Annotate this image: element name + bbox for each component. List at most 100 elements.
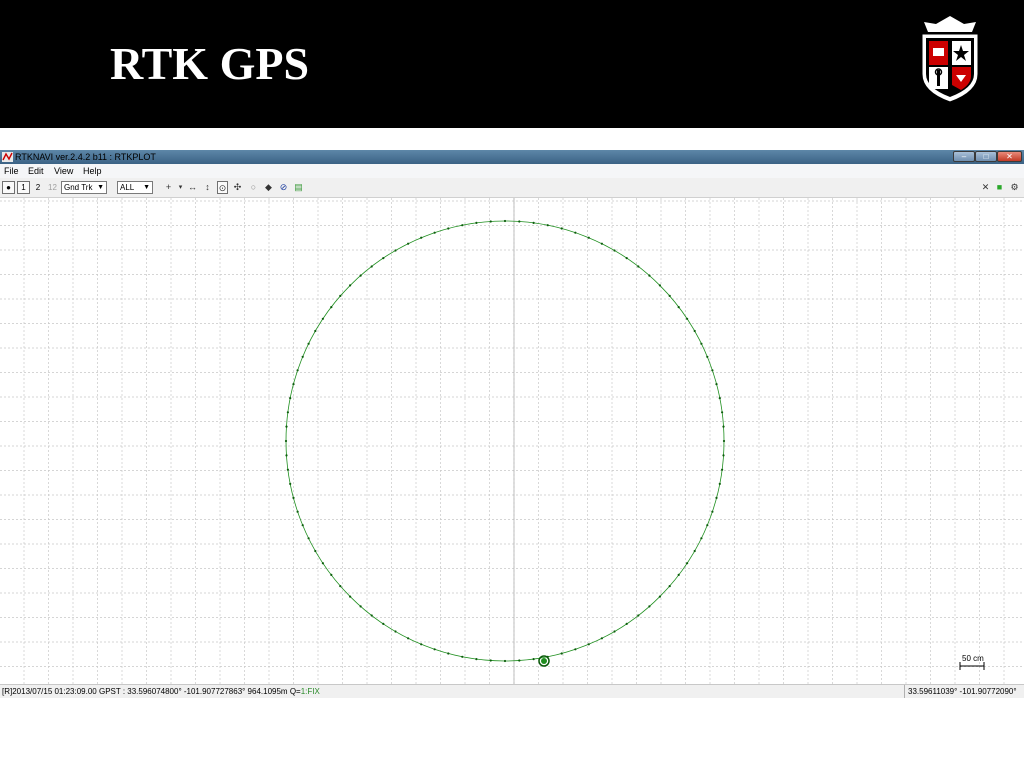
fit-horizontal-icon[interactable]: ↔ [187, 181, 198, 194]
track-point [370, 265, 373, 268]
fit-vertical-icon[interactable]: ↕ [202, 181, 213, 194]
menu-help[interactable]: Help [83, 165, 102, 177]
track-point [711, 369, 714, 372]
point-icon[interactable]: ◆ [263, 181, 274, 194]
track-point [658, 595, 662, 598]
circle-icon[interactable]: ○ [248, 181, 259, 194]
track-point [700, 342, 703, 345]
track-point [722, 425, 725, 428]
menu-file[interactable]: File [4, 165, 19, 177]
crosshair-icon[interactable]: + [163, 181, 174, 194]
solution-1-button[interactable]: 1 [17, 181, 30, 194]
track-point [489, 220, 492, 223]
satellite-icon[interactable]: ⊘ [278, 181, 289, 194]
track-point [292, 383, 295, 386]
track-point [296, 510, 299, 513]
track-point [420, 236, 423, 239]
track-point [503, 659, 507, 663]
satellite-select-value: ALL [120, 183, 135, 192]
track-point [433, 648, 436, 651]
satellite-select[interactable]: ALL ▼ [117, 181, 153, 194]
close-icon[interactable]: ✕ [980, 181, 991, 194]
track-point [301, 524, 304, 527]
track-point [286, 411, 289, 414]
track-point [382, 622, 385, 625]
track-point [637, 614, 640, 617]
track-point [677, 573, 680, 576]
track-point [686, 562, 689, 565]
track-point [314, 329, 317, 333]
track-point [700, 537, 703, 540]
track-point [349, 595, 352, 598]
track-point [718, 397, 721, 400]
track-point [648, 605, 651, 608]
solution-2-button[interactable]: 2 [32, 181, 44, 194]
scale-bar-label: 50 cm [962, 654, 984, 663]
track-point [307, 537, 310, 540]
track-line [285, 220, 725, 662]
ground-track-plot[interactable]: 50 cm [0, 198, 1024, 684]
track-point [518, 220, 521, 223]
track-point [574, 231, 577, 234]
close-window-button[interactable]: ✕ [997, 151, 1022, 162]
show-points-button[interactable]: ● [2, 181, 15, 194]
rtkplot-window: RTKNAVI ver.2.4.2 b11 : RTKPLOT – □ ✕ Fi… [0, 150, 1024, 698]
track-point [359, 274, 362, 277]
pan-icon[interactable]: ✣ [232, 181, 243, 194]
status-solution-text: [R]2013/07/15 01:23:09.00 GPST : 33.5960… [2, 685, 320, 698]
track-point [307, 342, 310, 345]
app-icon [2, 152, 13, 162]
track-point [722, 439, 726, 443]
menu-edit[interactable]: Edit [28, 165, 44, 177]
track-point [447, 652, 450, 655]
track-point [600, 242, 604, 245]
map-icon[interactable]: ▤ [293, 181, 304, 194]
track-point [285, 425, 288, 428]
track-layer [284, 219, 726, 663]
track-point [349, 284, 352, 287]
solution-12-button[interactable]: 12 [46, 181, 59, 194]
maximize-button[interactable]: □ [975, 151, 997, 162]
status-cursor-coords: 33.59611039° -101.90772090° [904, 685, 1024, 698]
plot-canvas[interactable]: 50 cm [0, 198, 1024, 684]
track-point [407, 242, 410, 245]
track-point [532, 658, 535, 661]
track-point [560, 652, 563, 655]
track-point [503, 219, 507, 223]
track-point [722, 454, 725, 457]
window-titlebar[interactable]: RTKNAVI ver.2.4.2 b11 : RTKPLOT – □ ✕ [0, 150, 1024, 164]
track-point [489, 659, 492, 662]
gear-icon[interactable]: ⚙ [1009, 181, 1020, 194]
track-point [339, 294, 342, 297]
track-point [668, 585, 671, 588]
track-point [677, 306, 680, 309]
track-point [321, 562, 324, 565]
track-point [718, 482, 721, 485]
track-point [461, 224, 464, 227]
statusbar: [R]2013/07/15 01:23:09.00 GPST : 33.5960… [0, 684, 1024, 698]
chevron-down-icon: ▼ [97, 184, 104, 191]
track-point [289, 482, 292, 485]
track-point [407, 637, 410, 640]
track-point [600, 637, 604, 640]
plot-type-select[interactable]: Gnd Trk ▼ [61, 181, 107, 194]
menubar: File Edit View Help [0, 164, 1024, 178]
track-point [284, 439, 288, 443]
university-seal-logo [921, 16, 979, 103]
track-point [359, 605, 362, 608]
track-point [715, 383, 718, 386]
track-point [613, 630, 616, 633]
track-point [330, 306, 333, 309]
status-fix-quality: 1:FIX [300, 687, 320, 696]
track-point [532, 221, 535, 224]
menu-view[interactable]: View [54, 165, 73, 177]
crosshair-dropdown-icon[interactable]: ▾ [175, 181, 186, 194]
center-icon[interactable]: ⊙ [217, 181, 228, 194]
slide-header: RTK GPS [0, 0, 1024, 128]
track-point [706, 524, 709, 527]
track-point [370, 614, 373, 617]
track-point [721, 468, 724, 471]
track-point [321, 317, 324, 320]
slide-title: RTK GPS [110, 38, 310, 89]
minimize-button[interactable]: – [953, 151, 975, 162]
